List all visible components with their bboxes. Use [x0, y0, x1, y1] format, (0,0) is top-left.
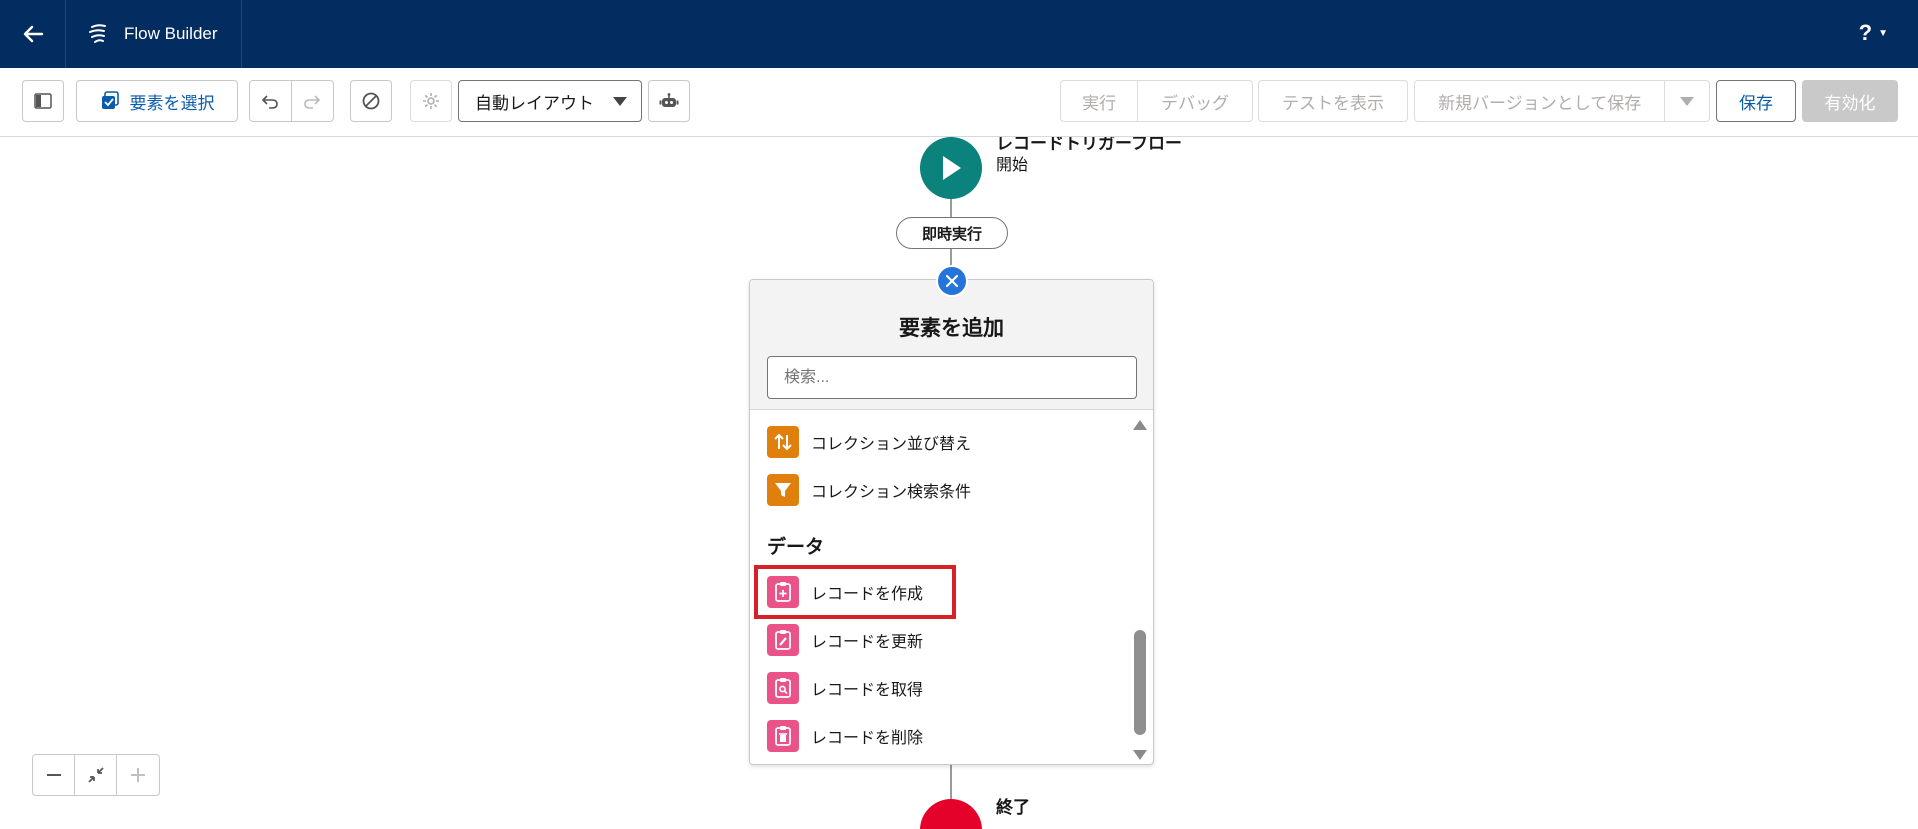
toolbar: 要素を選択 自動レイアウト 実行 デバッグ テストを表示 新規バージョンとして保…	[0, 68, 1918, 137]
path-label-pill[interactable]: 即時実行	[896, 217, 1008, 249]
sort-arrows-icon	[767, 426, 799, 458]
record-delete-icon	[767, 720, 799, 752]
save-new-version-label: 新規バージョンとして保存	[1438, 93, 1642, 113]
layout-select[interactable]: 自動レイアウト	[458, 80, 642, 122]
list-item-label: コレクション並び替え	[811, 436, 972, 453]
save-button[interactable]: 保存	[1716, 80, 1796, 122]
show-tests-button[interactable]: テストを表示	[1258, 80, 1408, 122]
zoom-in-button[interactable]	[117, 755, 159, 795]
list-item-create-records[interactable]: レコードを作成	[767, 576, 923, 608]
plus-icon	[131, 768, 145, 782]
panel-title: 要素を追加	[899, 317, 1004, 340]
sidebar-toggle-icon	[34, 93, 52, 109]
chevron-down-icon	[1680, 96, 1695, 106]
flow-icon	[89, 24, 106, 43]
list-item-label: レコードを作成	[811, 586, 924, 603]
close-panel-button[interactable]	[936, 265, 968, 297]
app-header: Flow Builder ? ▼	[0, 0, 1918, 68]
path-label: 即時実行	[921, 225, 982, 243]
add-element-panel: 要素を追加 コレクション並び替え コレクション検索条件 データ レコードを作成	[749, 279, 1154, 765]
start-node[interactable]	[920, 137, 982, 199]
list-item-label: コレクション検索条件	[811, 484, 972, 501]
select-checkbox-icon	[101, 91, 119, 109]
activate-label: 有効化	[1824, 93, 1876, 113]
close-icon	[945, 274, 959, 288]
settings-button[interactable]	[410, 80, 452, 122]
element-search-input[interactable]	[767, 356, 1137, 399]
flow-canvas[interactable]: レコードトリガーフロー 開始 即時実行 要素を追加 コレクション並び替え コレク…	[0, 137, 1918, 829]
save-new-version-group: 新規バージョンとして保存	[1414, 80, 1710, 122]
section-heading-data: データ	[767, 537, 825, 558]
list-item-delete-records[interactable]: レコードを削除	[767, 720, 923, 752]
chevron-down-icon: ▼	[1878, 27, 1888, 39]
fit-view-button[interactable]	[75, 755, 117, 795]
end-node[interactable]	[920, 799, 982, 829]
minus-icon	[46, 774, 61, 776]
list-item-update-records[interactable]: レコードを更新	[767, 624, 923, 656]
app-brand: Flow Builder	[66, 0, 242, 68]
connector-line	[950, 197, 952, 219]
list-item-collection-filter[interactable]: コレクション検索条件	[767, 474, 971, 506]
back-button[interactable]	[0, 0, 66, 68]
save-label: 保存	[1739, 93, 1773, 113]
undo-icon	[262, 95, 279, 109]
scroll-down-arrow[interactable]	[1133, 750, 1147, 760]
run-label: 実行	[1082, 93, 1117, 113]
run-debug-group: 実行 デバッグ	[1060, 80, 1253, 122]
clear-button[interactable]	[350, 80, 392, 122]
list-item-get-records[interactable]: レコードを取得	[767, 672, 923, 704]
list-item-label: レコードを更新	[811, 634, 924, 651]
block-icon	[362, 92, 380, 110]
list-item-label: レコードを削除	[811, 730, 924, 747]
redo-icon	[304, 95, 321, 109]
record-lookup-icon	[767, 672, 799, 704]
undo-button[interactable]	[250, 81, 292, 121]
auto-arrange-button[interactable]	[648, 80, 690, 122]
scrollbar-thumb[interactable]	[1134, 630, 1146, 735]
panel-header: 要素を追加	[750, 280, 1153, 410]
chevron-down-icon	[613, 97, 627, 106]
toggle-panel-button[interactable]	[22, 80, 64, 122]
show-tests-label: テストを表示	[1282, 93, 1384, 113]
record-update-icon	[767, 624, 799, 656]
save-options-menu-button[interactable]	[1665, 81, 1709, 121]
help-label: ?	[1858, 20, 1873, 45]
zoom-out-button[interactable]	[33, 755, 75, 795]
app-title: Flow Builder	[124, 24, 218, 43]
zoom-controls	[32, 754, 160, 796]
help-button[interactable]: ? ▼	[1859, 20, 1888, 46]
arrow-left-icon	[23, 25, 43, 43]
list-item-collection-sort[interactable]: コレクション並び替え	[767, 426, 971, 458]
gear-icon	[423, 93, 439, 109]
debug-label: デバッグ	[1161, 93, 1230, 113]
contract-icon	[87, 767, 104, 783]
activate-button[interactable]: 有効化	[1802, 80, 1898, 122]
start-node-subtitle: 開始	[996, 157, 1029, 174]
layout-select-value: 自動レイアウト	[475, 93, 594, 113]
play-icon	[943, 156, 961, 180]
debug-button[interactable]: デバッグ	[1138, 81, 1252, 121]
save-new-version-button[interactable]: 新規バージョンとして保存	[1415, 81, 1666, 121]
redo-button[interactable]	[292, 81, 334, 121]
run-button[interactable]: 実行	[1061, 81, 1139, 121]
connector-line	[950, 764, 952, 804]
select-elements-label: 要素を選択	[129, 93, 215, 113]
robot-icon	[659, 93, 679, 107]
list-item-label: レコードを取得	[811, 682, 924, 699]
select-elements-button[interactable]: 要素を選択	[76, 80, 238, 122]
undo-redo-group	[249, 80, 334, 122]
record-create-icon	[767, 576, 799, 608]
end-node-label: 終了	[996, 798, 1030, 817]
scroll-up-arrow[interactable]	[1133, 420, 1147, 430]
filter-icon	[767, 474, 799, 506]
